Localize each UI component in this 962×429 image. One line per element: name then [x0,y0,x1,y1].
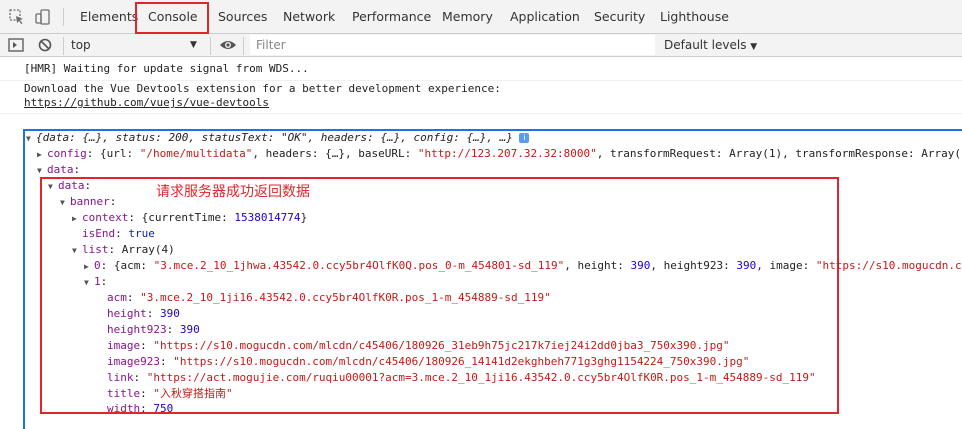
tree-row-banner[interactable]: ▼ banner: [60,194,116,210]
tree-row-list[interactable]: ▼ list: Array(4) [72,242,175,258]
tree-row-image923: image923: "https://s10.mogucdn.com/mlcdn… [107,355,750,368]
console-tab-highlight [135,2,209,34]
log-levels-dropdown[interactable]: Default levels ▼ [664,34,757,56]
collapsed-triangle-icon[interactable]: ▶ [37,147,47,163]
console-message: [HMR] Waiting for update signal from WDS… [0,57,962,81]
tab-lighthouse[interactable]: Lighthouse [660,0,729,33]
tab-application[interactable]: Application [510,0,580,33]
tab-sources[interactable]: Sources [218,0,267,33]
console-output: [HMR] Waiting for update signal from WDS… [0,57,962,429]
tree-row-width: width: 750 [107,402,174,415]
tree-row-isend: isEnd: true [82,227,155,240]
chevron-down-icon[interactable]: ▼ [190,34,197,56]
console-toolbar: top ▼ Default levels ▼ [0,34,962,57]
expanded-triangle-icon[interactable]: ▼ [37,163,47,179]
collapsed-triangle-icon[interactable]: ▶ [84,259,94,275]
toolbar-divider [63,8,64,26]
log-levels-label: Default levels [664,38,747,52]
context-select[interactable]: top [71,34,201,56]
device-toolbar-icon[interactable] [34,8,52,26]
filter-input[interactable] [250,35,655,55]
annotation-label: 请求服务器成功返回数据 [156,184,310,200]
tree-row-title: title: "入秋穿搭指南" [107,387,233,400]
devtools-link[interactable]: https://github.com/vuejs/vue-devtools [24,95,269,111]
live-expression-eye-icon[interactable] [219,36,237,54]
chevron-down-icon: ▼ [750,42,758,52]
sidebar-toggle-icon[interactable] [7,36,25,54]
toolbar-divider [210,37,211,55]
toolbar-divider [63,37,64,55]
tree-row-height923: height923: 390 [107,323,200,336]
tab-performance[interactable]: Performance [352,0,431,33]
tree-row-image: image: "https://s10.mogucdn.com/mlcdn/c4… [107,339,730,352]
tree-row-list-item-0[interactable]: ▶ 0: {acm: "3.mce.2_10_1jhwa.43542.0.ccy5… [84,258,962,274]
expanded-triangle-icon[interactable]: ▼ [26,131,36,147]
clear-console-icon[interactable] [36,36,54,54]
toolbar-divider [243,37,244,55]
tree-row-acm: acm: "3.mce.2_10_1ji16.43542.0.ccy5br4Ol… [107,291,551,304]
tree-row-list-item-1[interactable]: ▼ 1: [84,274,107,290]
info-icon: i [519,133,530,143]
tree-row-config[interactable]: ▶ config: {url: "/home/multidata", header… [37,146,962,162]
expanded-triangle-icon[interactable]: ▼ [60,195,70,211]
expanded-triangle-icon[interactable]: ▼ [72,243,82,259]
tree-row-height: height: 390 [107,307,180,320]
tree-row-data[interactable]: ▼ data: [37,162,80,178]
expanded-triangle-icon[interactable]: ▼ [84,275,94,291]
console-message: Download the Vue Devtools extension for … [0,81,962,114]
object-summary[interactable]: ▼ {data: {…}, status: 200, statusText: "O… [26,130,530,147]
tree-row-data-inner[interactable]: ▼ data: [48,178,91,194]
tab-network[interactable]: Network [283,0,335,33]
message-text: [HMR] Waiting for update signal from WDS… [24,62,309,75]
tab-security[interactable]: Security [594,0,645,33]
tree-row-context[interactable]: ▶ context: {currentTime: 1538014774} [72,210,307,226]
tab-memory[interactable]: Memory [442,0,493,33]
tab-elements[interactable]: Elements [80,0,138,33]
collapsed-triangle-icon[interactable]: ▶ [72,211,82,227]
inspect-element-icon[interactable] [8,8,26,26]
tree-row-link: link: "https://act.mogujie.com/ruqiu0000… [107,371,816,384]
expanded-triangle-icon[interactable]: ▼ [48,179,58,195]
